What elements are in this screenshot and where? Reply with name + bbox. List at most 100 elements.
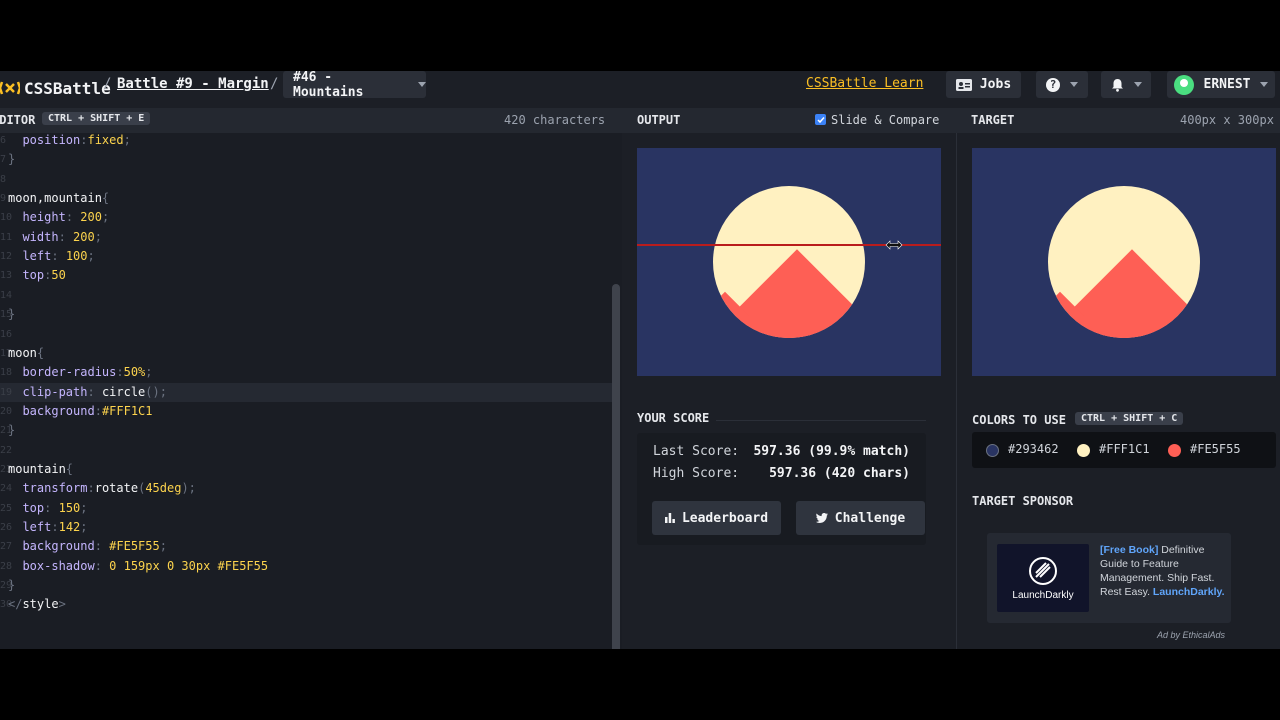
- code-token: #FE5F55: [109, 539, 160, 554]
- code-token: moon: [8, 345, 37, 360]
- line-number: 27: [0, 541, 13, 553]
- learn-link[interactable]: CSSBattle Learn: [806, 76, 923, 91]
- color-swatch[interactable]: [986, 444, 999, 457]
- slide-compare-checkbox[interactable]: [815, 114, 826, 125]
- battle-link[interactable]: Battle #9 - Margin: [117, 76, 269, 92]
- launchdarkly-logo: LaunchDarkly: [997, 544, 1089, 612]
- high-score-value: 597.36 (420 chars): [769, 466, 910, 481]
- code-line[interactable]: 19 clip-path: circle();: [0, 382, 612, 402]
- sponsor-tag: [Free Book]: [1100, 544, 1159, 556]
- code-text: width: 200;: [8, 228, 102, 247]
- line-number: 6: [0, 135, 7, 146]
- code-line[interactable]: 15}: [0, 305, 612, 324]
- color-hex[interactable]: #FFF1C1: [1099, 442, 1150, 456]
- target-size: 400px x 300px: [1180, 113, 1274, 127]
- editor-scrollbar[interactable]: [612, 284, 620, 649]
- code-text: top:50: [8, 266, 65, 285]
- code-token: left: [22, 249, 52, 264]
- leaderboard-button[interactable]: Leaderboard: [652, 501, 781, 535]
- code-token: 100: [65, 249, 88, 264]
- code-token: clip-path: [22, 384, 88, 399]
- code-token: :: [51, 520, 59, 534]
- code-line[interactable]: 24 transform:rotate(45deg);: [0, 479, 612, 498]
- code-line[interactable]: 11 width: 200;: [0, 228, 612, 247]
- code-token: 50%: [123, 365, 146, 380]
- code-token: </: [8, 597, 23, 612]
- code-token: ;: [80, 520, 88, 534]
- your-score-title: YOUR SCORE: [637, 411, 710, 425]
- code-token: }: [8, 307, 16, 322]
- jobs-button[interactable]: Jobs: [946, 71, 1021, 98]
- sponsor-ad[interactable]: LaunchDarkly [Free Book] Definitive Guid…: [987, 533, 1231, 623]
- color-swatch[interactable]: [1077, 444, 1090, 457]
- code-line[interactable]: 29}: [0, 576, 612, 595]
- output-preview[interactable]: [637, 148, 941, 376]
- code-text: left: 100;: [8, 247, 94, 266]
- logo[interactable]: CSSBattle: [0, 75, 111, 101]
- code-editor[interactable]: 6 position:fixed; 7} 8 9 moon,mountain{10 he…: [0, 133, 622, 649]
- target-dropdown[interactable]: #46 - Mountains: [283, 71, 426, 100]
- color-hex[interactable]: #293462: [1008, 442, 1059, 456]
- code-line[interactable]: 17 moon{: [0, 344, 612, 363]
- sponsor-brand[interactable]: LaunchDarkly.: [1153, 586, 1225, 598]
- code-text: </style>: [8, 595, 66, 614]
- code-token: :: [44, 500, 59, 515]
- code-line[interactable]: 7}: [0, 150, 612, 169]
- code-token: {: [36, 345, 45, 360]
- code-line[interactable]: 18 border-radius:50%;: [0, 363, 612, 382]
- code-line[interactable]: 30 </style>: [0, 595, 612, 614]
- code-token: 0 159px 0 30px #FE5F55: [109, 558, 269, 573]
- user-menu[interactable]: ERNEST: [1167, 71, 1275, 98]
- color-hex[interactable]: #FE5F55: [1190, 442, 1241, 456]
- code-token: ();: [145, 384, 167, 399]
- ad-note[interactable]: Ad by EthicalAds: [1157, 630, 1225, 640]
- code-text: }: [8, 576, 15, 595]
- code-token: left: [22, 520, 52, 534]
- code-line[interactable]: 28 box-shadow: 0 159px 0 30px #FE5F55: [0, 557, 612, 576]
- code-token: );: [181, 481, 196, 496]
- char-count: 420 characters: [504, 113, 606, 127]
- code-line[interactable]: 20 background:#FFF1C1: [0, 402, 612, 421]
- code-line[interactable]: 8: [0, 170, 612, 189]
- challenge-button[interactable]: Challenge: [796, 501, 925, 535]
- line-number: 15: [0, 309, 13, 321]
- code-line[interactable]: 14: [0, 286, 612, 305]
- color-swatch[interactable]: [1168, 444, 1181, 457]
- line-number: 19: [0, 386, 13, 398]
- bell-icon: [1111, 78, 1123, 92]
- line-number: 17: [0, 347, 13, 359]
- slide-compare-label[interactable]: Slide & Compare: [831, 113, 939, 127]
- code-token: width: [22, 229, 59, 244]
- code-line[interactable]: 9 moon,mountain{: [0, 189, 612, 208]
- code-text: }: [8, 421, 15, 440]
- bar-chart-icon: [664, 513, 675, 523]
- top-nav: CSSBattle / Battle #9 - Margin / #46 - M…: [0, 71, 1280, 108]
- line-number: 7: [0, 154, 7, 166]
- code-token: height: [22, 210, 66, 225]
- code-line[interactable]: 21}: [0, 421, 612, 440]
- code-line[interactable]: 12 left: 100;: [0, 247, 612, 266]
- notifications-button[interactable]: [1101, 71, 1151, 98]
- help-button[interactable]: ?: [1036, 71, 1088, 98]
- code-token: circle: [101, 384, 146, 399]
- code-line[interactable]: 6 position:fixed;: [0, 133, 612, 150]
- code-text: moon{: [8, 344, 44, 363]
- color-palette: #293462 #FFF1C1 #FE5F55: [972, 432, 1276, 468]
- code-line[interactable]: 25 top: 150;: [0, 499, 612, 518]
- code-line[interactable]: 26 left:142;: [0, 518, 612, 537]
- line-number: 9: [0, 193, 7, 205]
- code-token: 200: [80, 210, 102, 225]
- line-number: 30: [0, 599, 13, 611]
- code-line[interactable]: 22: [0, 441, 612, 460]
- code-line[interactable]: 27 background: #FE5F55;: [0, 537, 612, 556]
- code-line[interactable]: 10 height: 200;: [0, 208, 612, 227]
- code-line[interactable]: 23 mountain{: [0, 460, 612, 479]
- code-line[interactable]: 13 top:50: [0, 266, 612, 285]
- code-line[interactable]: 16: [0, 325, 612, 344]
- line-number: 23: [0, 463, 13, 475]
